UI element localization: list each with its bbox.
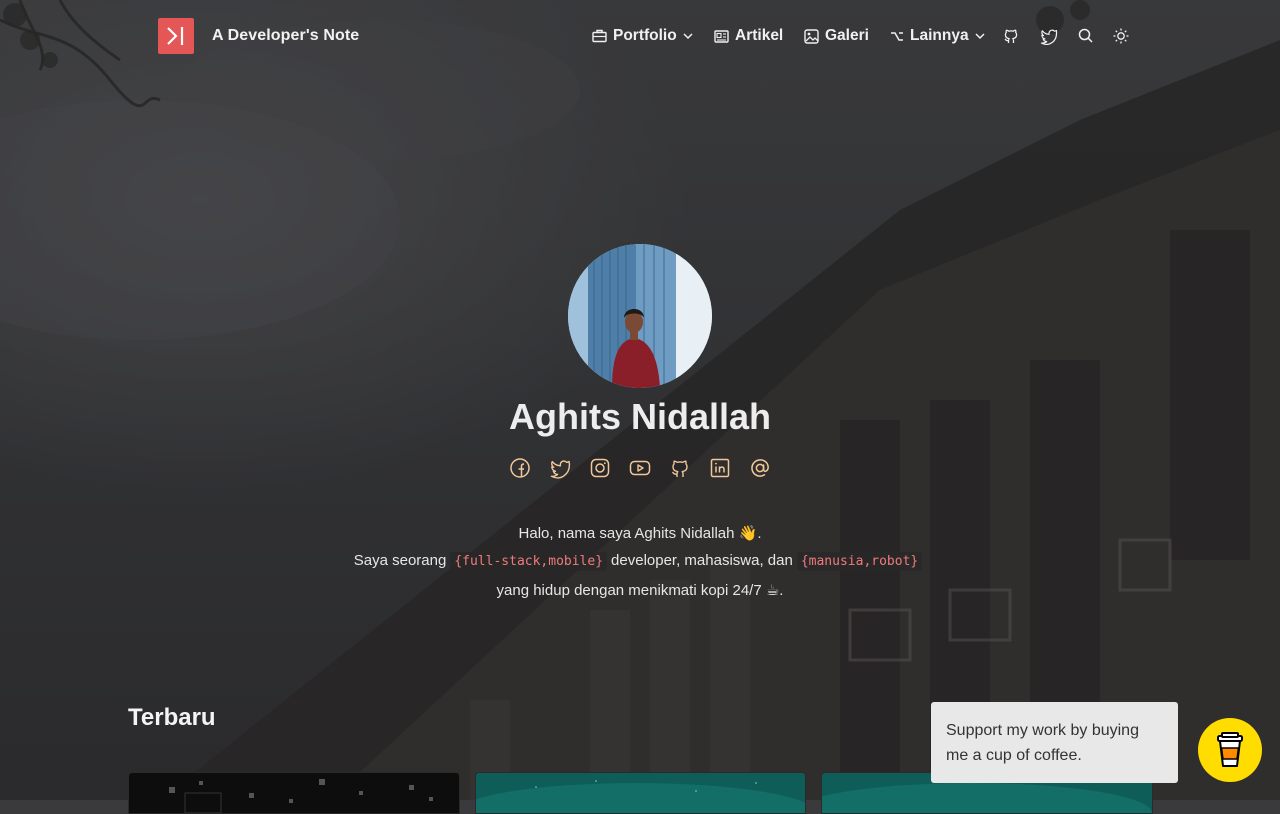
newspaper-icon bbox=[714, 29, 729, 43]
nav-portfolio-label: Portfolio bbox=[613, 27, 677, 44]
site-title[interactable]: A Developer's Note bbox=[212, 27, 359, 45]
at-email-icon[interactable] bbox=[748, 456, 772, 480]
twitter-icon[interactable] bbox=[548, 456, 572, 480]
buy-me-a-coffee-button[interactable] bbox=[1198, 718, 1262, 782]
post-thumbnail-image bbox=[169, 779, 433, 813]
support-tooltip: Support my work by buying me a cup of co… bbox=[931, 702, 1178, 783]
chevron-down-icon bbox=[683, 33, 693, 40]
bio-text: developer, mahasiswa, dan bbox=[611, 552, 793, 569]
bio-code-stack: {full-stack,mobile} bbox=[450, 552, 608, 571]
twitter-icon[interactable] bbox=[1040, 27, 1058, 45]
nav-galeri[interactable]: Galeri bbox=[804, 26, 869, 46]
nav-galeri-label: Galeri bbox=[825, 27, 869, 44]
logo-mark-icon bbox=[167, 27, 184, 45]
github-icon[interactable] bbox=[1002, 27, 1020, 45]
coffee-cup-icon bbox=[1217, 732, 1243, 767]
facebook-icon[interactable] bbox=[508, 456, 532, 480]
bio-code-being: {manusia,robot} bbox=[796, 552, 923, 571]
search-icon[interactable] bbox=[1077, 27, 1095, 45]
nav-portfolio[interactable]: Portfolio bbox=[592, 26, 693, 46]
sun-icon[interactable] bbox=[1112, 27, 1130, 45]
linkedin-icon[interactable] bbox=[708, 456, 732, 480]
nav-artikel-label: Artikel bbox=[735, 27, 784, 44]
bio-line-1: Halo, nama saya Aghits Nidallah 👋. bbox=[518, 525, 762, 542]
nav-lainnya[interactable]: Lainnya bbox=[890, 26, 985, 46]
option-icon bbox=[891, 32, 903, 41]
top-navbar: A Developer's Note Portfolio Artikel Gal… bbox=[0, 0, 1280, 72]
bio-line-3: yang hidup dengan menikmati kopi 24/7 ☕. bbox=[496, 582, 784, 599]
chevron-down-icon bbox=[975, 33, 985, 40]
hero-name: Aghits Nidallah bbox=[508, 396, 772, 437]
post-card-thumbnail[interactable] bbox=[475, 772, 806, 814]
nav-lainnya-label: Lainnya bbox=[910, 27, 969, 44]
post-card-thumbnail[interactable] bbox=[128, 772, 460, 814]
social-links bbox=[508, 456, 772, 480]
instagram-icon[interactable] bbox=[588, 456, 612, 480]
post-thumbnail-image bbox=[476, 773, 805, 813]
youtube-icon[interactable] bbox=[628, 456, 652, 480]
bio-line-2: Saya seorang {full-stack,mobile} developer… bbox=[0, 552, 1280, 571]
briefcase-icon bbox=[592, 29, 607, 43]
nav-artikel[interactable]: Artikel bbox=[714, 26, 783, 46]
section-title-latest: Terbaru bbox=[128, 704, 216, 731]
site-logo[interactable] bbox=[158, 18, 194, 54]
bio-text: Saya seorang bbox=[353, 552, 447, 569]
github-icon[interactable] bbox=[668, 456, 692, 480]
image-icon bbox=[804, 28, 819, 44]
avatar bbox=[568, 244, 712, 388]
